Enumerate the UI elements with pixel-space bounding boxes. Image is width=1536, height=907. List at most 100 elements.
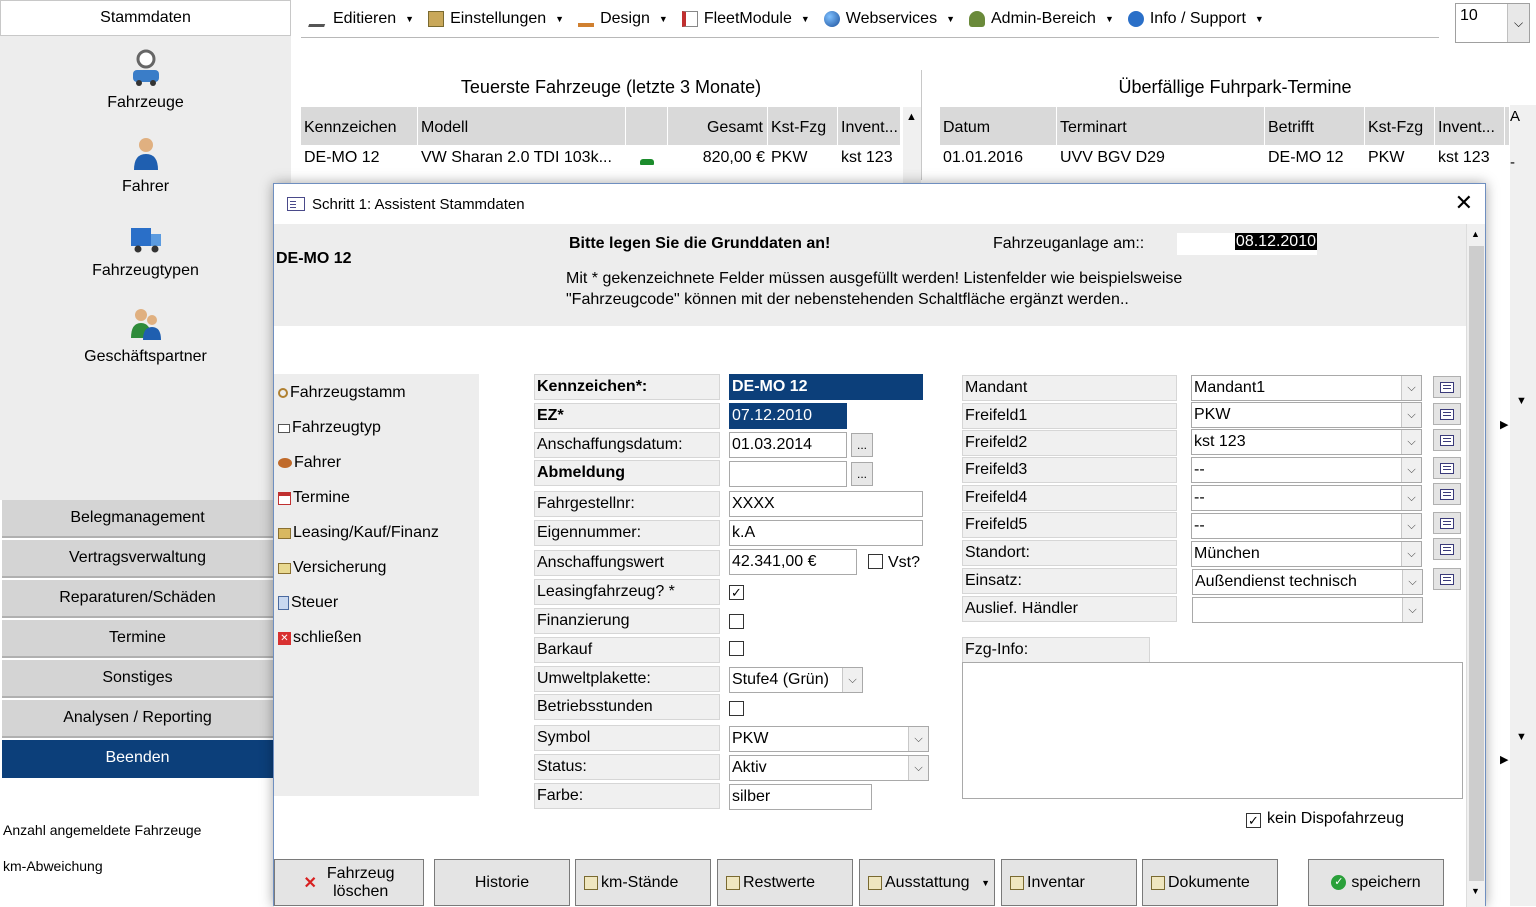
link-fahrzeugstamm[interactable]: Fahrzeugstamm (278, 384, 406, 402)
fahrzeug-loeschen-button[interactable]: ✕ Fahrzeug löschen (274, 859, 424, 906)
fahrgestellnr-input[interactable]: XXXX (729, 491, 923, 517)
table-cell[interactable]: kst 123 (1435, 147, 1505, 177)
category-analysen-reporting[interactable]: Analysen / Reporting (2, 700, 273, 738)
tab-stammdaten[interactable]: Stammdaten (0, 0, 291, 36)
menu-fleetmodule[interactable]: FleetModule ▼ (681, 10, 810, 28)
column-header[interactable]: Datum (940, 107, 1057, 145)
column-header[interactable]: Invent... (1435, 107, 1505, 145)
grid-scrollbar[interactable]: ▲ (903, 107, 921, 183)
abmeldung-input[interactable] (729, 461, 847, 487)
table-cell[interactable]: 01.01.2016 (940, 147, 1057, 177)
speichern-button[interactable]: ✓ speichern (1308, 859, 1444, 906)
dispo-checkbox[interactable]: ✓ (1246, 813, 1261, 828)
column-header[interactable]: Modell (418, 107, 626, 145)
link-steuer[interactable]: Steuer (278, 594, 338, 612)
page-size-select[interactable]: 10 ⌵ (1455, 3, 1530, 43)
table-cell[interactable]: DE-MO 12 (301, 147, 418, 177)
freifeld1-list-button[interactable] (1433, 403, 1461, 425)
standort-select[interactable]: München ⌵ (1191, 541, 1422, 567)
table-cell[interactable]: VW Sharan 2.0 TDI 103k... (418, 147, 626, 177)
inventar-button[interactable]: Inventar (1001, 859, 1137, 906)
category-sonstiges[interactable]: Sonstiges (2, 660, 273, 698)
category-reparaturen-schaeden[interactable]: Reparaturen/Schäden (2, 580, 273, 618)
column-header[interactable]: Terminart (1057, 107, 1265, 145)
table-cell[interactable] (626, 147, 668, 177)
table-cell[interactable]: 820,00 € (668, 147, 768, 177)
table-cell[interactable]: PKW (1365, 147, 1435, 177)
symbol-select[interactable]: PKW ⌵ (729, 726, 929, 752)
mandant-select[interactable]: Mandant1 ⌵ (1191, 375, 1422, 401)
dialog-titlebar[interactable]: Schritt 1: Assistent Stammdaten ✕ (274, 184, 1485, 224)
freifeld3-list-button[interactable] (1433, 457, 1461, 479)
menu-info-support[interactable]: Info / Support ▼ (1127, 10, 1264, 28)
category-termine[interactable]: Termine (2, 620, 273, 658)
kennzeichen-input[interactable]: DE-MO 12 (729, 374, 923, 400)
link-schliessen[interactable]: ✕ schließen (278, 629, 361, 647)
freifeld1-select[interactable]: PKW ⌵ (1191, 402, 1422, 428)
chevron-down-icon[interactable]: ▼ (981, 878, 990, 888)
link-leasing-kauf-finanz[interactable]: Leasing/Kauf/Finanz (278, 524, 439, 542)
freifeld4-select[interactable]: -- ⌵ (1191, 485, 1422, 511)
finanzierung-checkbox[interactable] (729, 614, 744, 629)
scrollbar-thumb[interactable] (1469, 246, 1484, 881)
ez-input[interactable]: 07.12.2010 (729, 403, 847, 429)
freifeld4-list-button[interactable] (1433, 483, 1461, 505)
einsatz-list-button[interactable] (1433, 568, 1461, 590)
nav-fahrer[interactable]: Fahrer (0, 136, 291, 196)
dokumente-button[interactable]: Dokumente (1142, 859, 1278, 906)
column-header[interactable]: Kennzeichen (301, 107, 418, 145)
restwerte-button[interactable]: Restwerte (717, 859, 853, 906)
betriebsstunden-checkbox[interactable] (729, 701, 744, 716)
standort-list-button[interactable] (1433, 538, 1461, 560)
menu-admin-bereich[interactable]: Admin-Bereich ▼ (969, 10, 1114, 28)
column-header[interactable]: Kst-Fzg (768, 107, 838, 145)
table-cell[interactable]: PKW (768, 147, 838, 177)
menu-einstellungen[interactable]: Einstellungen ▼ (428, 10, 564, 28)
table-cell[interactable]: DE-MO 12 (1265, 147, 1365, 177)
anschaffungsdatum-picker-button[interactable]: ... (851, 433, 873, 457)
table-cell[interactable]: kst 123 (838, 147, 901, 177)
category-beenden[interactable]: Beenden (2, 740, 273, 778)
menu-design[interactable]: Design ▼ (578, 10, 668, 28)
link-fahrer[interactable]: Fahrer (278, 454, 341, 472)
column-header[interactable]: Gesamt (668, 107, 768, 145)
link-fahrzeugtyp[interactable]: Fahrzeugtyp (278, 419, 381, 437)
link-termine[interactable]: Termine (278, 489, 350, 507)
farbe-input[interactable]: silber (729, 784, 872, 810)
link-versicherung[interactable]: Versicherung (278, 559, 386, 577)
freifeld2-select[interactable]: kst 123 ⌵ (1191, 429, 1422, 455)
km-staende-button[interactable]: km-Stände (575, 859, 711, 906)
anschaffungsdatum-input[interactable]: 01.03.2014 (729, 432, 847, 458)
column-header[interactable]: Invent... (838, 107, 901, 145)
umweltplakette-select[interactable]: Stufe4 (Grün) ⌵ (729, 667, 863, 693)
column-header[interactable] (626, 107, 668, 145)
leasingfahrzeug-checkbox[interactable]: ✓ (729, 585, 744, 600)
column-header[interactable]: Betrifft (1265, 107, 1365, 145)
eigennummer-input[interactable]: k.A (729, 520, 923, 546)
category-belegmanagement[interactable]: Belegmanagement (2, 500, 273, 538)
barkauf-checkbox[interactable] (729, 641, 744, 656)
nav-geschaeftspartner[interactable]: Geschäftspartner (0, 306, 291, 366)
status-select[interactable]: Aktiv ⌵ (729, 755, 929, 781)
dashboard-scrollbar[interactable]: A - ▼ ▼ ▶ ▶ (1500, 105, 1536, 906)
menu-editieren[interactable]: Editieren ▼ (308, 10, 414, 28)
nav-fahrzeuge[interactable]: Fahrzeuge (0, 48, 291, 112)
category-vertragsverwaltung[interactable]: Vertragsverwaltung (2, 540, 273, 578)
column-header[interactable]: Kst-Fzg (1365, 107, 1435, 145)
abmeldung-picker-button[interactable]: ... (851, 462, 873, 486)
mandant-list-button[interactable] (1433, 376, 1461, 398)
close-icon[interactable]: ✕ (1455, 192, 1473, 214)
anschaffungswert-input[interactable]: 42.341,00 € (729, 549, 857, 575)
fzg-info-textarea[interactable] (962, 662, 1463, 799)
einsatz-select[interactable]: Außendienst technisch ⌵ (1192, 569, 1423, 595)
historie-button[interactable]: Historie (434, 859, 570, 906)
menu-webservices[interactable]: Webservices ▼ (823, 10, 955, 28)
freifeld2-list-button[interactable] (1433, 429, 1461, 451)
freifeld5-select[interactable]: -- ⌵ (1191, 513, 1422, 539)
nav-fahrzeugtypen[interactable]: Fahrzeugtypen (0, 222, 291, 280)
created-date-field[interactable]: 08.12.2010 (1177, 233, 1317, 255)
auslief-haendler-select[interactable]: ⌵ (1192, 597, 1423, 623)
freifeld3-select[interactable]: -- ⌵ (1191, 457, 1422, 483)
dialog-scrollbar[interactable]: ▲ ▼ (1466, 224, 1485, 907)
freifeld5-list-button[interactable] (1433, 512, 1461, 534)
